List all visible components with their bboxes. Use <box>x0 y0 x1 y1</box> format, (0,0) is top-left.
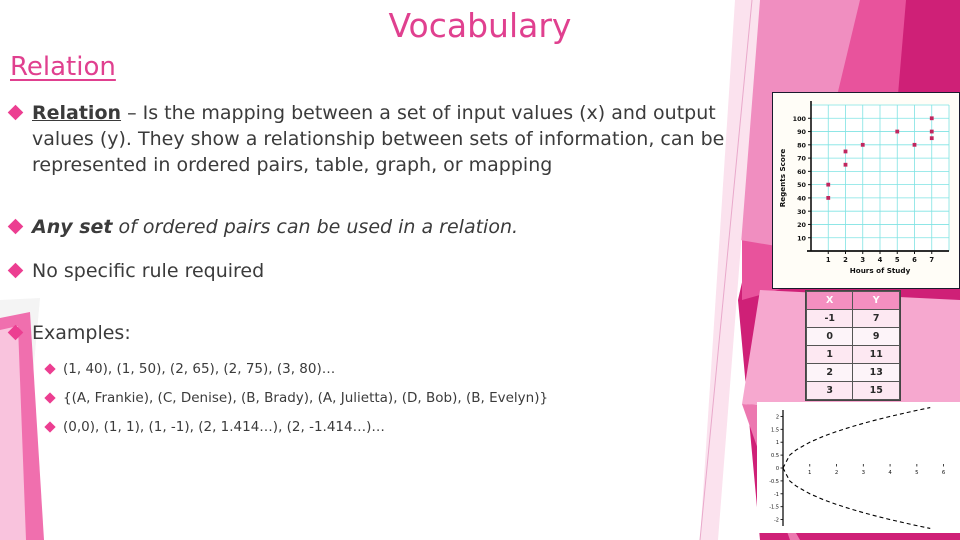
svg-text:20: 20 <box>797 221 806 229</box>
svg-text:80: 80 <box>797 141 806 149</box>
sub-bullet-numeric-pairs: (1, 40), (1, 50), (2, 65), (2, 75), (3, … <box>44 360 750 379</box>
cell-x: 2 <box>805 363 854 382</box>
table-header-row: X Y <box>805 291 900 310</box>
cell-x: 3 <box>805 381 854 400</box>
svg-text:6: 6 <box>912 256 917 264</box>
page-title: Vocabulary <box>388 6 572 45</box>
svg-text:70: 70 <box>797 155 806 163</box>
svg-text:6: 6 <box>942 470 946 476</box>
cell-y: 9 <box>852 327 900 346</box>
diamond-bullet-icon <box>44 421 56 433</box>
section-heading: Relation <box>10 52 116 82</box>
diamond-bullet-icon <box>7 218 24 235</box>
svg-text:-2: -2 <box>774 518 779 524</box>
svg-text:5: 5 <box>895 256 900 264</box>
cell-x: -1 <box>805 309 854 328</box>
cell-y: 13 <box>852 363 900 382</box>
column-header-y: Y <box>852 291 900 310</box>
svg-text:40: 40 <box>797 195 806 203</box>
svg-text:5: 5 <box>915 470 918 476</box>
sub-bullet-3-text: (0,0), (1, 1), (1, -1), (2, 1.414…), (2,… <box>63 419 385 435</box>
diamond-bullet-icon <box>7 324 24 341</box>
svg-text:0: 0 <box>776 466 779 472</box>
svg-text:-1.5: -1.5 <box>769 505 779 511</box>
bullet-relation-text: – Is the mapping between a set of input … <box>32 102 725 176</box>
svg-text:2: 2 <box>776 414 779 420</box>
parabola-chart: 2 1.5 1 0.5 0 -0.5 -1 -1.5 -2 1 2 3 4 5 6 <box>757 402 960 533</box>
svg-text:2: 2 <box>835 470 838 476</box>
sub-bullet-2-text: {(A, Frankie), (C, Denise), (B, Brady), … <box>63 390 549 406</box>
svg-text:1: 1 <box>826 256 831 264</box>
svg-text:3: 3 <box>862 470 865 476</box>
table-row: 2 13 <box>805 363 900 382</box>
diamond-bullet-icon <box>44 363 56 375</box>
bullet-term-relation: Relation <box>32 102 122 124</box>
cell-y: 7 <box>852 309 900 328</box>
svg-text:-1: -1 <box>774 492 779 498</box>
table-row: -1 7 <box>805 309 900 328</box>
svg-text:2: 2 <box>843 256 848 264</box>
svg-text:90: 90 <box>797 128 806 136</box>
svg-text:50: 50 <box>797 181 806 189</box>
sub-bullet-1-text: (1, 40), (1, 50), (2, 65), (2, 75), (3, … <box>63 361 336 377</box>
bullet-any-set: Any set of ordered pairs can be used in … <box>7 214 750 240</box>
diamond-bullet-icon <box>7 104 24 121</box>
svg-text:7: 7 <box>929 256 934 264</box>
cell-x: 0 <box>805 327 854 346</box>
svg-text:Hours of Study: Hours of Study <box>850 266 911 275</box>
svg-text:60: 60 <box>797 168 806 176</box>
cell-x: 1 <box>805 345 854 364</box>
xy-table-body: -1 7 0 9 1 11 2 13 3 15 <box>805 309 900 400</box>
diamond-bullet-icon <box>7 262 24 279</box>
sub-bullet-root-pairs: (0,0), (1, 1), (1, -1), (2, 1.414…), (2,… <box>44 418 750 437</box>
xy-table: X Y -1 7 0 9 1 11 2 13 3 15 <box>805 291 900 400</box>
bullet-examples-text: Examples: <box>32 322 131 344</box>
svg-text:1.5: 1.5 <box>771 427 779 433</box>
table-row: 09 <box>805 327 900 346</box>
bullet-any-set-lead: Any set <box>32 216 113 238</box>
bullet-relation-definition: Relation – Is the mapping between a set … <box>7 100 750 178</box>
svg-text:1: 1 <box>776 440 779 446</box>
cell-y: 11 <box>852 345 900 364</box>
svg-text:3: 3 <box>860 256 865 264</box>
sub-bullet-name-pairs: {(A, Frankie), (C, Denise), (B, Brady), … <box>44 389 750 408</box>
slide: Vocabulary Relation Relation – Is the ma… <box>0 0 960 540</box>
column-header-x: X <box>805 291 854 310</box>
svg-text:Regents Score: Regents Score <box>778 149 787 208</box>
bullet-list: Relation – Is the mapping between a set … <box>7 100 750 437</box>
bullet-no-rule-text: No specific rule required <box>32 260 265 282</box>
svg-text:4: 4 <box>888 470 892 476</box>
svg-text:-0.5: -0.5 <box>769 479 779 485</box>
bullet-any-set-text: of ordered pairs can be used in a relati… <box>112 216 519 238</box>
table-row: 1 11 <box>805 345 900 364</box>
scatter-chart: 10 20 30 40 50 60 70 80 90 100 1 2 3 4 5 6 7 Hours of Stu… <box>772 92 960 289</box>
diamond-bullet-icon <box>44 392 56 404</box>
svg-text:1: 1 <box>808 470 811 476</box>
svg-text:10: 10 <box>797 234 806 242</box>
cell-y: 15 <box>852 381 900 400</box>
xy-table-head: X Y <box>805 291 900 310</box>
bullet-no-rule: No specific rule required <box>7 258 750 284</box>
svg-text:30: 30 <box>797 208 806 216</box>
svg-text:4: 4 <box>878 256 883 264</box>
svg-text:100: 100 <box>793 115 807 123</box>
table-row: 3 15 <box>805 381 900 400</box>
svg-text:0.5: 0.5 <box>771 453 779 459</box>
bullet-examples: Examples: <box>7 320 750 346</box>
